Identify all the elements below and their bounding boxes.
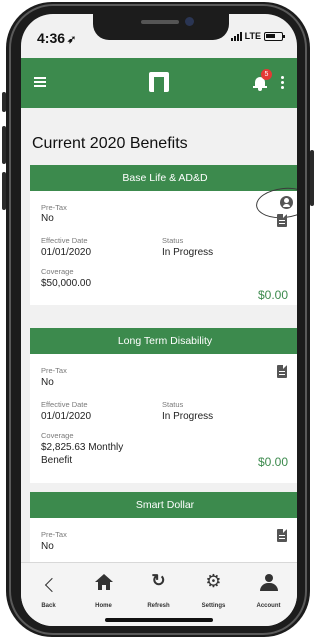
pretax-value: No — [41, 541, 54, 552]
front-camera — [185, 17, 194, 26]
status-indicators: LTE — [230, 31, 285, 41]
notch — [93, 14, 229, 40]
home-indicator[interactable] — [105, 618, 213, 622]
more-options-icon[interactable] — [281, 76, 285, 90]
pretax-value: No — [41, 377, 54, 388]
benefit-card-smart-dollar: Smart Dollar Pre-Tax No — [30, 492, 297, 572]
menu-icon[interactable] — [34, 77, 46, 87]
coverage-label: Coverage — [41, 431, 74, 440]
cost-amount: $0.00 — [257, 455, 288, 469]
effective-date-value: 01/01/2020 — [41, 247, 92, 258]
app-header: 5 — [21, 58, 297, 108]
status-bar: 4:36 ➶ LTE — [21, 14, 297, 58]
status-label: Status — [162, 400, 184, 409]
pretax-value: No — [41, 213, 54, 224]
coverage-value-line2: Benefit — [41, 455, 73, 466]
account-icon — [259, 574, 278, 592]
page-title: Current 2020 Benefits — [32, 135, 188, 152]
tab-back[interactable]: Back — [21, 563, 76, 617]
tab-label: Back — [41, 603, 56, 609]
card-title: Base Life & AD&D — [30, 165, 297, 191]
status-label: Status — [162, 236, 184, 245]
phone-screen: 4:36 ➶ LTE 5 Current 2020 Benefits Base L… — [21, 14, 297, 626]
pretax-label: Pre-Tax — [41, 203, 67, 212]
status-time: 4:36 ➶ — [37, 30, 76, 46]
status-value: In Progress — [162, 247, 214, 258]
document-icon[interactable] — [277, 214, 287, 227]
tab-label: Account — [256, 603, 281, 609]
cost-amount: $0.00 — [257, 288, 288, 302]
effective-date-value: 01/01/2020 — [41, 411, 92, 422]
document-icon[interactable] — [277, 529, 287, 542]
chevron-left-icon — [44, 577, 59, 593]
app-logo — [149, 72, 169, 92]
notification-badge: 5 — [261, 69, 272, 80]
signal-icon — [230, 31, 242, 41]
coverage-value-line1: $2,825.63 Monthly — [41, 442, 124, 453]
card-title: Long Term Disability — [30, 328, 297, 354]
coverage-label: Coverage — [41, 267, 74, 276]
volume-up-button — [2, 126, 6, 164]
pretax-label: Pre-Tax — [41, 366, 67, 375]
speaker — [141, 20, 179, 24]
coverage-value: $50,000.00 — [41, 278, 92, 289]
location-arrow-icon: ➶ — [67, 34, 77, 46]
benefit-card-long-term-disability: Long Term Disability Pre-Tax No Effectiv… — [30, 328, 297, 483]
power-button — [310, 150, 314, 206]
person-icon[interactable] — [280, 196, 293, 209]
tab-label: Home — [95, 603, 112, 609]
battery-icon — [264, 31, 285, 41]
tab-home[interactable]: Home — [76, 563, 131, 617]
tab-settings[interactable]: ⚙ Settings — [186, 563, 241, 617]
benefit-card-base-life: Base Life & AD&D Pre-Tax No Effective Da… — [30, 165, 297, 305]
effective-date-label: Effective Date — [41, 400, 88, 409]
pretax-label: Pre-Tax — [41, 530, 67, 539]
home-icon — [94, 574, 113, 590]
mute-switch — [2, 92, 6, 112]
bottom-tab-bar: Back Home ↻ Refresh ⚙ Settings Account — [21, 562, 297, 626]
refresh-icon: ↻ — [151, 571, 166, 590]
card-title: Smart Dollar — [30, 492, 297, 518]
gear-icon: ⚙ — [205, 571, 222, 591]
tab-refresh[interactable]: ↻ Refresh — [131, 563, 186, 617]
status-time-text: 4:36 — [37, 30, 66, 46]
network-type: LTE — [244, 31, 261, 41]
effective-date-label: Effective Date — [41, 236, 88, 245]
tab-account[interactable]: Account — [241, 563, 296, 617]
tab-label: Refresh — [147, 603, 170, 609]
tab-label: Settings — [201, 603, 226, 609]
document-icon[interactable] — [277, 365, 287, 378]
volume-down-button — [2, 172, 6, 210]
status-value: In Progress — [162, 411, 214, 422]
